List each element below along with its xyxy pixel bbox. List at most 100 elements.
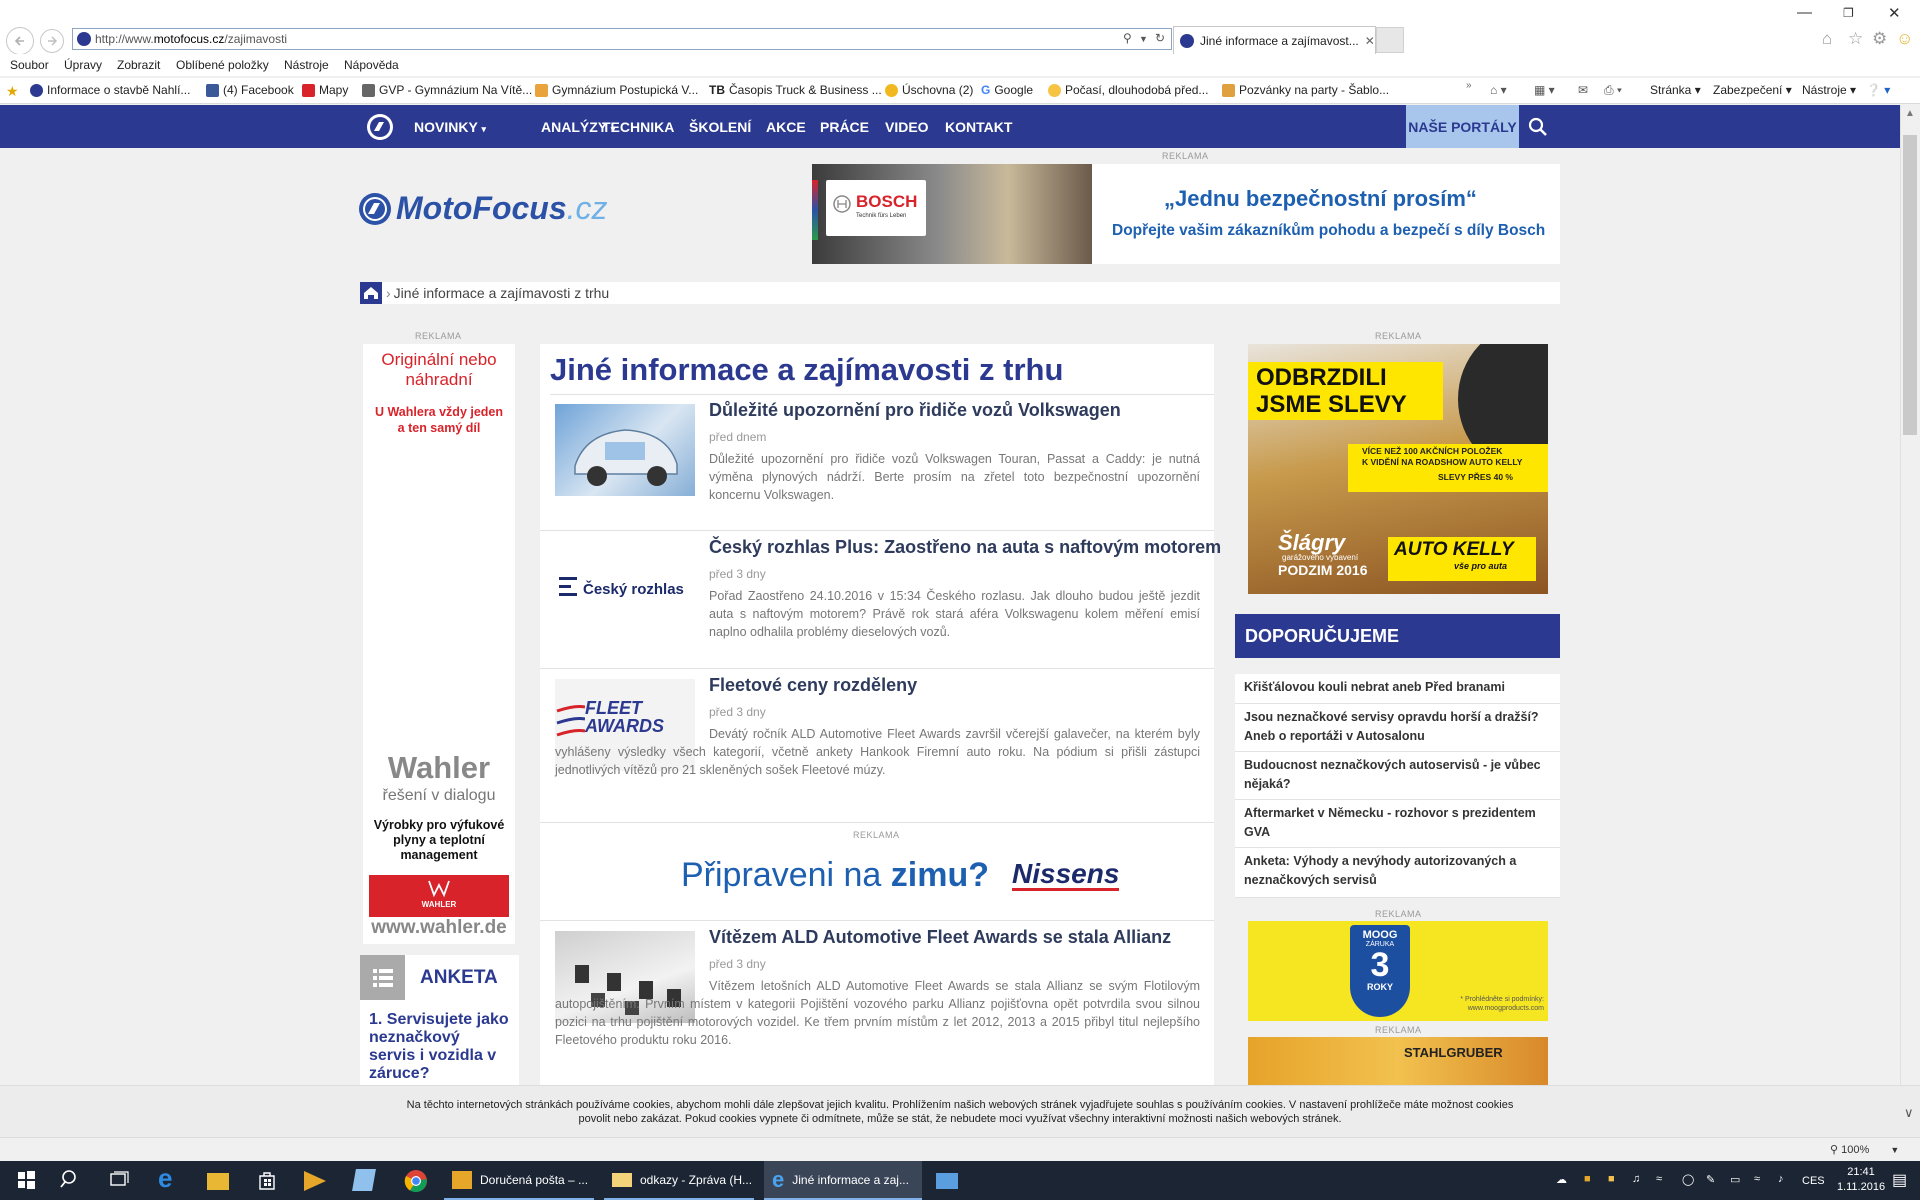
- remote-desktop-icon[interactable]: [936, 1173, 958, 1189]
- favorite-link[interactable]: TB Časopis Truck & Business ...: [709, 83, 882, 97]
- notes-app-icon[interactable]: [352, 1169, 376, 1191]
- refresh-icon[interactable]: ↻: [1155, 31, 1165, 45]
- recommend-item[interactable]: Aftermarket v Německu - rozhovor s prezi…: [1235, 800, 1560, 848]
- wahler-ad[interactable]: Originální nebo náhradní U Wahlera vždy …: [363, 344, 515, 944]
- edge-browser-icon[interactable]: e: [158, 1163, 182, 1193]
- tray-pen-icon[interactable]: ✎: [1706, 1173, 1715, 1186]
- favorite-link[interactable]: Počasí, dlouhodobá před...: [1048, 83, 1208, 97]
- favorites-star-icon[interactable]: ☆: [1848, 29, 1863, 49]
- stahlgruber-ad[interactable]: STAHLGRUBER: [1248, 1037, 1548, 1085]
- recommend-item[interactable]: Jsou neznačkové servisy opravdu horší a …: [1235, 704, 1560, 752]
- article-title[interactable]: Český rozhlas Plus: Zaostřeno na auta s …: [709, 537, 1221, 558]
- smiley-feedback-icon[interactable]: ☺: [1896, 29, 1913, 49]
- forward-button[interactable]: [40, 29, 64, 53]
- task-view-icon[interactable]: [108, 1169, 132, 1193]
- moog-ad[interactable]: MOOG ZÁRUKA 3 ROKY * Prohlédněte si podm…: [1248, 921, 1548, 1021]
- search-icon[interactable]: ⚲: [1123, 31, 1132, 45]
- nav-kontakt[interactable]: KONTAKT: [945, 119, 1012, 135]
- article-item[interactable]: FLEET AWARDS Fleetové ceny rozděleny pře…: [540, 669, 1214, 823]
- dropdown-icon[interactable]: ▼: [1139, 34, 1148, 44]
- breadcrumb-current[interactable]: Jiné informace a zajímavosti z trhu: [394, 285, 610, 301]
- motofocus-logo-icon[interactable]: [366, 113, 394, 141]
- tray-app-icon[interactable]: ■: [1584, 1173, 1591, 1185]
- media-player-icon[interactable]: [304, 1171, 326, 1191]
- tray-battery-icon[interactable]: ▭: [1730, 1173, 1740, 1186]
- store-icon[interactable]: [256, 1169, 280, 1193]
- command-safety[interactable]: Zabezpečení ▾: [1713, 83, 1792, 97]
- tray-speaker-icon[interactable]: ♪: [1778, 1173, 1784, 1185]
- article-item[interactable]: Vítězem ALD Automotive Fleet Awards se s…: [540, 920, 1214, 1085]
- search-icon[interactable]: [1528, 117, 1548, 137]
- favorite-link[interactable]: GVP - Gymnázium Na Vítě...: [362, 83, 532, 97]
- close-window-icon[interactable]: ✕: [1888, 4, 1901, 22]
- back-button[interactable]: [6, 27, 34, 55]
- chrome-icon[interactable]: [404, 1169, 428, 1193]
- poll-question[interactable]: 1. Servisujete jako neznačkový servis i …: [369, 1011, 509, 1083]
- home-icon[interactable]: ⌂: [1822, 29, 1832, 49]
- nav-novinky[interactable]: NOVINKY ▾: [414, 119, 486, 135]
- home-icon[interactable]: [360, 282, 382, 304]
- tray-volume-icon[interactable]: ♫: [1632, 1173, 1640, 1185]
- article-title[interactable]: Vítězem ALD Automotive Fleet Awards se s…: [709, 927, 1171, 948]
- favorite-link[interactable]: Gymnázium Postupická V...: [535, 83, 698, 97]
- windows-start-icon[interactable]: [16, 1169, 40, 1193]
- new-tab-button[interactable]: [1376, 27, 1404, 53]
- tray-network-icon[interactable]: ≈: [1656, 1173, 1662, 1185]
- settings-gear-icon[interactable]: ⚙: [1872, 29, 1887, 49]
- tray-cloud-icon[interactable]: ☁: [1556, 1173, 1567, 1186]
- zoom-control[interactable]: ⚲ 100% ▼: [1830, 1143, 1899, 1156]
- menu-view[interactable]: Zobrazit: [117, 58, 160, 72]
- tab-active[interactable]: Jiné informace a zajímavost... ✕: [1173, 26, 1376, 54]
- close-tab-icon[interactable]: ✕: [1365, 34, 1375, 48]
- taskbar-app-mail[interactable]: Doručená pošta – ...: [444, 1161, 594, 1200]
- tray-language[interactable]: CES: [1802, 1175, 1825, 1187]
- menu-edit[interactable]: Úpravy: [64, 58, 102, 72]
- favorite-link[interactable]: Pozvánky na party - Šablo...: [1222, 83, 1389, 97]
- taskbar-app-message[interactable]: odkazy - Zpráva (H...: [604, 1161, 754, 1200]
- article-item[interactable]: Důležité upozornění pro řidiče vozů Volk…: [540, 394, 1214, 531]
- favorite-link[interactable]: Úschovna (2): [885, 83, 973, 97]
- recommend-item[interactable]: Anketa: Výhody a nevýhody autorizovaných…: [1235, 848, 1560, 898]
- nase-portaly-button[interactable]: NAŠE PORTÁLY: [1406, 105, 1519, 148]
- menu-help[interactable]: Nápověda: [344, 58, 399, 72]
- tray-app-icon[interactable]: ◯: [1682, 1173, 1694, 1186]
- command-page[interactable]: Stránka ▾: [1650, 83, 1701, 97]
- restore-icon[interactable]: ❐: [1843, 6, 1854, 20]
- nav-skoleni[interactable]: ŠKOLENÍ: [689, 119, 751, 135]
- nissens-ad[interactable]: Připraveni na zimu? Nissens: [540, 844, 1214, 904]
- article-title[interactable]: Důležité upozornění pro řidiče vozů Volk…: [709, 400, 1121, 421]
- cookie-collapse-icon[interactable]: ∨: [1904, 1106, 1914, 1120]
- article-title[interactable]: Fleetové ceny rozděleny: [709, 675, 917, 696]
- home-cmd-icon[interactable]: ⌂ ▾: [1490, 83, 1507, 97]
- scroll-thumb[interactable]: [1903, 135, 1917, 435]
- tray-clock[interactable]: 21:41 1.11.2016: [1836, 1165, 1886, 1195]
- address-bar[interactable]: http://www.motofocus.cz/zajimavosti ⚲ ▼ …: [72, 28, 1172, 50]
- favorite-link[interactable]: Mapy: [302, 83, 348, 97]
- command-tools[interactable]: Nástroje ▾: [1802, 83, 1856, 97]
- recommend-item[interactable]: Křišťálovou kouli nebrat aneb Před brana…: [1235, 674, 1560, 704]
- menu-file[interactable]: Soubor: [10, 58, 49, 72]
- nav-technika[interactable]: TECHNIKA: [602, 119, 674, 135]
- scroll-up-icon[interactable]: ▲: [1905, 108, 1915, 119]
- bosch-ad-banner[interactable]: BOSCH Technik fürs Leben „Jednu bezpečno…: [812, 164, 1560, 264]
- favorite-link[interactable]: Informace o stavbě Nahlí...: [30, 83, 190, 97]
- motofocus-logo[interactable]: MotoFocus .cz: [358, 190, 608, 227]
- minimize-icon[interactable]: —: [1797, 4, 1812, 21]
- autokelly-ad[interactable]: ODBRZDILI JSME SLEVY VÍCE NEŽ 100 AKČNÍC…: [1248, 344, 1548, 594]
- print-icon[interactable]: ⎙ ▾: [1604, 83, 1622, 98]
- file-explorer-icon[interactable]: [207, 1173, 229, 1190]
- mail-icon[interactable]: ✉: [1578, 83, 1588, 97]
- nav-video[interactable]: VIDEO: [885, 119, 929, 135]
- favorite-link[interactable]: (4) Facebook: [206, 83, 294, 97]
- menu-tools[interactable]: Nástroje: [284, 58, 329, 72]
- tray-app-icon[interactable]: ■: [1608, 1173, 1615, 1185]
- action-center-icon[interactable]: ▤: [1892, 1170, 1907, 1190]
- favorites-add-icon[interactable]: ★: [6, 83, 19, 100]
- menu-favorites[interactable]: Oblíbené položky: [176, 58, 269, 72]
- feeds-icon[interactable]: ▦ ▾: [1534, 83, 1555, 97]
- article-item[interactable]: Český rozhlas Český rozhlas Plus: Zaostř…: [540, 531, 1221, 669]
- nav-prace[interactable]: PRÁCE: [820, 119, 869, 135]
- tray-wifi-icon[interactable]: ≈: [1754, 1173, 1760, 1185]
- recommend-item[interactable]: Budoucnost neznačkových autoservisů - je…: [1235, 752, 1560, 800]
- taskbar-app-ie[interactable]: e Jiné informace a zaj...: [764, 1161, 922, 1200]
